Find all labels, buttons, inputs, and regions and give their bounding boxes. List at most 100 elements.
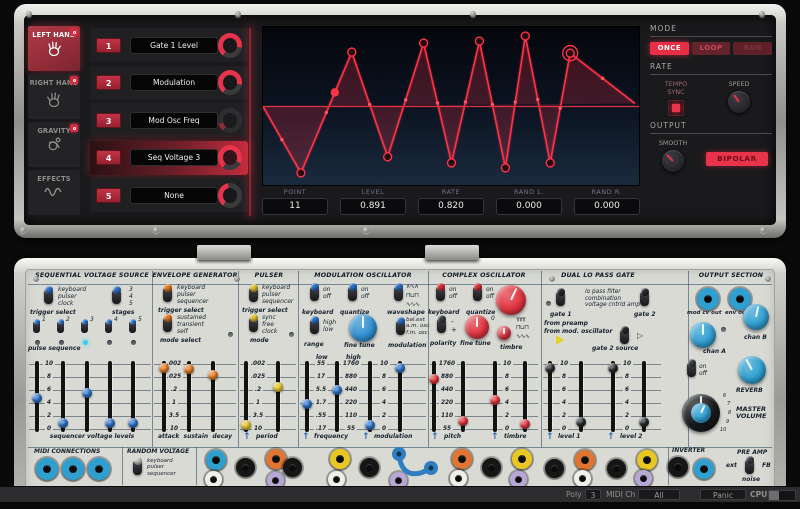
cv-arrow-icon: ↑	[546, 432, 554, 442]
label: keyboard	[302, 309, 334, 316]
patch-jack[interactable]	[512, 449, 532, 469]
cplx-mod-index-knob[interactable]	[496, 285, 526, 315]
patch-jack[interactable]	[545, 459, 564, 478]
screw	[153, 227, 159, 233]
modosc-frequency-slider[interactable]	[302, 398, 312, 409]
patch-jack[interactable]	[607, 459, 626, 478]
reverb-knob[interactable]	[738, 356, 766, 384]
patch-jack[interactable]	[575, 450, 595, 470]
period-cv-slider-track[interactable]	[276, 361, 280, 432]
label: keyboard pulser clock	[58, 286, 87, 307]
cplx-polarity-toggle[interactable]	[437, 315, 446, 333]
modosc-modulation-cv-slider[interactable]	[395, 363, 405, 374]
sustain-slider[interactable]	[184, 364, 194, 375]
modosc-frequency-cv-slider[interactable]	[332, 385, 342, 396]
patch-jack[interactable]	[330, 449, 350, 469]
mod-cv-out-jack[interactable]	[697, 288, 719, 310]
patch-jack[interactable]	[450, 470, 467, 487]
slider-scale-label: 1.7	[313, 399, 329, 407]
eg-trigger-select-toggle[interactable]	[163, 284, 172, 302]
slider-scale-label: 6	[379, 386, 389, 394]
patch-jack[interactable]	[482, 458, 501, 477]
slider-scale-label: 440	[438, 386, 456, 394]
timbre-cv-slider[interactable]	[520, 418, 530, 429]
slider-scale-label: 6	[44, 386, 54, 394]
pitch-cv-slider[interactable]	[458, 415, 468, 426]
modosc-range-toggle[interactable]	[310, 316, 319, 334]
slider-scale-label: 10	[42, 360, 56, 368]
patch-cable[interactable]	[385, 444, 445, 490]
pulser-mode-toggle[interactable]	[249, 314, 258, 332]
modosc-waveshape-toggle[interactable]	[394, 283, 403, 301]
seq-level-4-slider[interactable]	[105, 418, 115, 429]
modosc-frequency-cv-slider-track[interactable]	[335, 361, 339, 432]
patch-jack[interactable]	[635, 470, 652, 487]
modosc-frequency-slider-track[interactable]	[305, 361, 309, 432]
patch-jack[interactable]	[283, 458, 302, 477]
pitch-slider-track[interactable]	[432, 361, 436, 432]
patch-jack[interactable]	[452, 449, 472, 469]
master-volume-cap[interactable]	[691, 403, 711, 423]
pulser-trigger-select-toggle[interactable]	[249, 284, 258, 302]
patch-jack[interactable]	[574, 470, 591, 487]
svs-trigger-select-toggle[interactable]	[44, 286, 53, 304]
gate-1-toggle[interactable]	[556, 288, 565, 306]
label: 3 4 5	[129, 286, 133, 307]
slider-gridline	[154, 429, 236, 430]
midi-ch-value-box[interactable]: All	[638, 489, 680, 500]
midi-jack-1[interactable]	[36, 458, 58, 480]
pulse-seq-toggle-4[interactable]	[105, 319, 112, 333]
level-2-cv-slider[interactable]	[639, 417, 649, 428]
level-1-slider[interactable]	[545, 363, 555, 374]
patch-jack[interactable]	[236, 458, 255, 477]
pulse-seq-toggle-2[interactable]	[57, 319, 64, 333]
inverter-out-jack[interactable]	[694, 459, 714, 479]
patch-jack[interactable]	[360, 458, 379, 477]
modosc-quantize-toggle[interactable]	[348, 283, 357, 301]
cplx-timbre-knob[interactable]	[497, 326, 511, 340]
decay-slider[interactable]	[208, 369, 218, 380]
period-cv-slider[interactable]	[273, 381, 283, 392]
screw	[20, 227, 26, 233]
seq-level-2-slider[interactable]	[58, 418, 68, 429]
gate-2-toggle[interactable]	[640, 288, 649, 306]
chan-b-knob[interactable]	[743, 304, 769, 330]
seq-level-3-slider[interactable]	[82, 388, 92, 399]
random-voltage-toggle[interactable]	[133, 457, 142, 475]
pulse-seq-toggle-5[interactable]	[129, 319, 136, 333]
label: high low	[323, 319, 337, 333]
level-1-cv-slider[interactable]	[576, 417, 586, 428]
midi-jack-3[interactable]	[88, 458, 110, 480]
level-2-slider[interactable]	[608, 363, 618, 374]
poly-value-box[interactable]: 3	[585, 489, 601, 500]
modosc-keyboard-toggle[interactable]	[310, 283, 319, 301]
cplx-keyboard-toggle[interactable]	[436, 283, 445, 301]
modosc-fine-tune-knob[interactable]	[349, 314, 377, 342]
gate-2-source-toggle[interactable]	[620, 326, 629, 344]
svs-stages-toggle[interactable]	[112, 286, 121, 304]
label: level 1	[558, 433, 581, 440]
pulse-seq-toggle-3[interactable]	[81, 319, 88, 333]
cpu-meter	[768, 490, 796, 501]
label: frequency	[314, 433, 349, 440]
label: sustained transient self	[177, 314, 207, 335]
chan-a-knob[interactable]	[690, 322, 716, 348]
label: keyboard pulser sequencer	[177, 284, 209, 305]
attack-slider[interactable]	[159, 362, 169, 373]
patch-jack[interactable]	[637, 450, 657, 470]
preamp-source-toggle[interactable]	[745, 456, 754, 474]
seq-level-5-slider[interactable]	[128, 417, 138, 428]
seq-level-1-slider[interactable]	[32, 392, 42, 403]
slider-scale-label: 8	[44, 373, 54, 381]
output-on-off-toggle[interactable]	[687, 359, 696, 377]
cplx-quantize-toggle[interactable]	[473, 283, 482, 301]
modosc-modulation-mode-toggle[interactable]	[396, 317, 405, 335]
eg-mode-select-toggle[interactable]	[163, 314, 172, 332]
pulse-seq-toggle-1[interactable]	[33, 319, 40, 333]
cplx-fine-tune-knob[interactable]	[465, 315, 489, 339]
pitch-slider[interactable]	[429, 374, 439, 385]
panic-button[interactable]: Panic	[700, 489, 746, 500]
patch-jack[interactable]	[206, 450, 226, 470]
inverter-in-jack[interactable]	[668, 457, 688, 477]
midi-jack-2[interactable]	[62, 458, 84, 480]
